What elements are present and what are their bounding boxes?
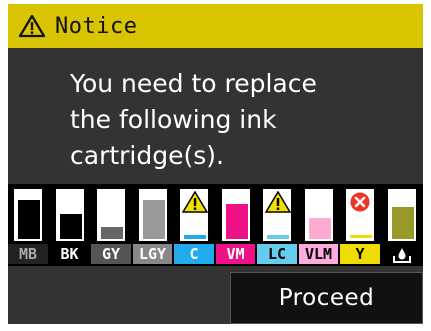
ink-cartridge-c xyxy=(177,188,213,244)
ink-cartridge-lgy xyxy=(136,188,172,244)
notice-screen: Notice You need to replace the following… xyxy=(8,4,423,324)
warning-triangle-icon xyxy=(17,13,47,39)
notice-message: You need to replace the following ink ca… xyxy=(70,66,410,174)
ink-level-fill xyxy=(309,218,331,239)
ink-label-c: C xyxy=(174,244,214,264)
cartridge-body xyxy=(138,188,168,242)
notice-header: Notice xyxy=(8,4,423,48)
ink-cartridge-lc xyxy=(260,188,296,244)
ink-drop-icon xyxy=(392,247,411,263)
ink-label-bk: BK xyxy=(50,244,89,264)
ink-drop-label xyxy=(382,244,421,264)
cartridge-body xyxy=(387,188,417,242)
ink-cartridge-strip: MB BK GY LGY C VM LC VLM Y xyxy=(8,184,423,266)
cartridge-body xyxy=(304,188,334,242)
ink-label-gy: GY xyxy=(91,244,131,264)
cartridge-body xyxy=(55,188,85,242)
ink-level-fill xyxy=(226,204,248,239)
ink-cartridge-vlm xyxy=(302,188,338,244)
ink-label-vm: VM xyxy=(216,244,255,264)
low-ink-warning-icon xyxy=(182,191,208,213)
cartridge-body xyxy=(345,188,375,242)
cartridge-body xyxy=(262,188,292,242)
ink-level-fill xyxy=(60,214,82,239)
ink-level-fill xyxy=(101,227,123,239)
notice-title: Notice xyxy=(55,13,138,39)
cartridge-body xyxy=(96,188,126,242)
ink-level-fill xyxy=(184,235,206,238)
ink-label-y: Y xyxy=(340,244,380,264)
ink-cartridge-bk xyxy=(53,188,89,244)
cartridge-body xyxy=(13,188,43,242)
low-ink-warning-icon xyxy=(265,191,291,213)
ink-cartridge-extra xyxy=(385,188,421,244)
replace-cartridge-error-icon xyxy=(350,192,370,212)
proceed-button[interactable]: Proceed xyxy=(230,272,423,324)
ink-level-fill xyxy=(18,200,40,239)
message-line: the following ink xyxy=(70,105,277,134)
ink-label-vlm: VLM xyxy=(299,244,338,264)
ink-cartridge-y xyxy=(343,188,379,244)
ink-label-mb: MB xyxy=(8,244,48,264)
ink-cartridge-mb xyxy=(11,188,47,244)
ink-level-fill xyxy=(143,200,165,239)
ink-cartridge-gy xyxy=(94,188,130,244)
ink-level-fill xyxy=(350,235,372,238)
message-line: cartridge(s). xyxy=(70,141,224,170)
ink-label-lgy: LGY xyxy=(133,244,172,264)
cartridge-body xyxy=(179,188,209,242)
ink-level-fill xyxy=(392,207,414,239)
ink-cartridge-vm xyxy=(219,188,255,244)
message-line: You need to replace xyxy=(70,69,317,98)
cartridge-body xyxy=(221,188,251,242)
ink-level-fill xyxy=(267,235,289,238)
ink-label-lc: LC xyxy=(257,244,297,264)
